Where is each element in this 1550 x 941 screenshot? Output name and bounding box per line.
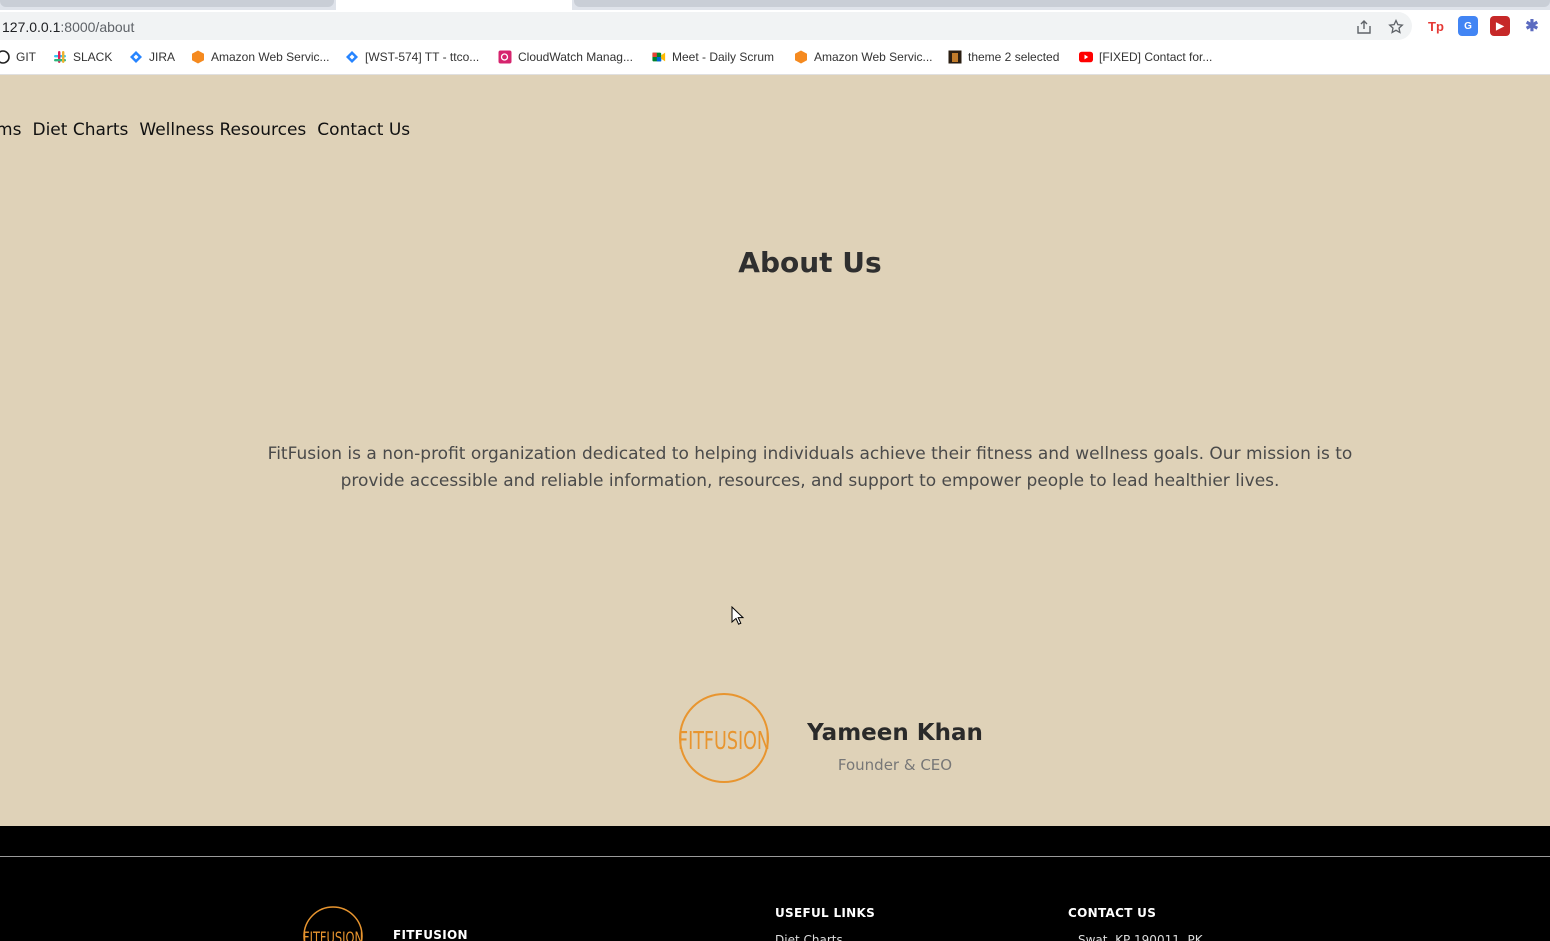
tab-strip — [0, 0, 1550, 10]
browser-tab-active[interactable] — [336, 0, 572, 10]
jira-icon — [345, 50, 359, 64]
bookmark-label: CloudWatch Manag... — [518, 50, 633, 64]
contact-address: Swat, KP 190011, PK — [1078, 933, 1203, 941]
bookmark-label: [WST-574] TT - ttco... — [365, 50, 480, 64]
footer-logo-text: FITFUSION — [303, 928, 363, 941]
useful-link-diet-charts[interactable]: Diet Charts — [775, 933, 843, 941]
footer-brand: FITFUSION — [393, 928, 468, 941]
founder-fitfusion-logo: FITFUSION — [678, 692, 770, 784]
bookmark-label: Amazon Web Servic... — [814, 50, 933, 64]
bookmark-meet[interactable]: Meet - Daily Scrum — [652, 50, 774, 64]
url-text[interactable]: 127.0.0.1:8000/about — [2, 19, 134, 35]
github-icon — [0, 50, 10, 64]
bookmark-star-icon[interactable] — [1387, 18, 1405, 36]
footer-fitfusion-logo[interactable]: FITFUSION — [302, 905, 364, 941]
site-footer: FITFUSION FITFUSION USEFUL LINKS Diet Ch… — [0, 826, 1550, 941]
bookmark-youtube[interactable]: [FIXED] Contact for... — [1079, 50, 1212, 64]
slack-icon — [53, 50, 67, 64]
share-icon[interactable] — [1355, 18, 1373, 36]
bookmarks-bar: GIT SLACK JIRA Amazon Web Servic... [WST… — [0, 42, 1550, 75]
footer-divider — [0, 856, 1550, 857]
nav-item-diet-charts[interactable]: Diet Charts — [32, 120, 128, 140]
founder-logo-text: FITFUSION — [678, 726, 770, 755]
bookmark-label: GIT — [16, 50, 36, 64]
main-nav: yms Diet Charts Wellness Resources Conta… — [0, 120, 410, 140]
founder-role: Founder & CEO — [837, 756, 953, 774]
bookmark-jira[interactable]: JIRA — [129, 50, 175, 64]
extension-video-icon[interactable]: ▶ — [1490, 16, 1510, 36]
browser-tab[interactable] — [574, 0, 1550, 7]
bookmark-aws-2[interactable]: Amazon Web Servic... — [794, 50, 933, 64]
cloudwatch-icon — [498, 50, 512, 64]
theme-icon — [948, 50, 962, 64]
bookmark-theme[interactable]: theme 2 selected — [948, 50, 1059, 64]
bookmark-label: SLACK — [73, 50, 113, 64]
jira-icon — [129, 50, 143, 64]
bookmark-label: Amazon Web Servic... — [211, 50, 330, 64]
aws-icon — [794, 50, 808, 64]
address-bar: 127.0.0.1:8000/about Tp G ▶ ✱ — [0, 10, 1550, 42]
bookmark-label: [FIXED] Contact for... — [1099, 50, 1213, 64]
bookmark-aws-1[interactable]: Amazon Web Servic... — [191, 50, 330, 64]
bookmark-label: JIRA — [149, 50, 176, 64]
mouse-cursor-icon — [731, 605, 745, 631]
bookmark-jira-ticket[interactable]: [WST-574] TT - ttco... — [345, 50, 479, 64]
extension-puzzle-icon[interactable]: ✱ — [1522, 16, 1542, 36]
about-description: FitFusion is a non-profit organization d… — [267, 444, 1353, 491]
nav-item-contact-us[interactable]: Contact Us — [317, 120, 410, 140]
url-host: 127.0.0.1 — [2, 19, 61, 35]
nav-item-wellness-resources[interactable]: Wellness Resources — [139, 120, 306, 140]
useful-links-heading: USEFUL LINKS — [775, 906, 876, 920]
google-meet-icon — [652, 50, 666, 64]
page-title: About Us — [738, 246, 882, 279]
aws-icon — [191, 50, 205, 64]
bookmark-cloudwatch[interactable]: CloudWatch Manag... — [498, 50, 633, 64]
nav-item-gyms[interactable]: yms — [0, 120, 21, 140]
founder-name: Yameen Khan — [807, 720, 983, 746]
contact-heading: CONTACT US — [1068, 906, 1157, 920]
omnibox[interactable]: 127.0.0.1:8000/about — [0, 12, 1412, 40]
extension-translate-icon[interactable]: G — [1458, 16, 1478, 36]
url-path: :8000/about — [60, 19, 135, 35]
bookmark-slack[interactable]: SLACK — [53, 50, 112, 64]
bookmark-label: Meet - Daily Scrum — [672, 50, 775, 64]
bookmark-label: theme 2 selected — [968, 50, 1060, 64]
extension-tp-icon[interactable]: Tp — [1426, 16, 1446, 36]
bookmark-git[interactable]: GIT — [0, 50, 36, 64]
youtube-icon — [1079, 50, 1093, 64]
about-page: yms Diet Charts Wellness Resources Conta… — [0, 75, 1550, 826]
browser-tab[interactable] — [0, 0, 334, 7]
